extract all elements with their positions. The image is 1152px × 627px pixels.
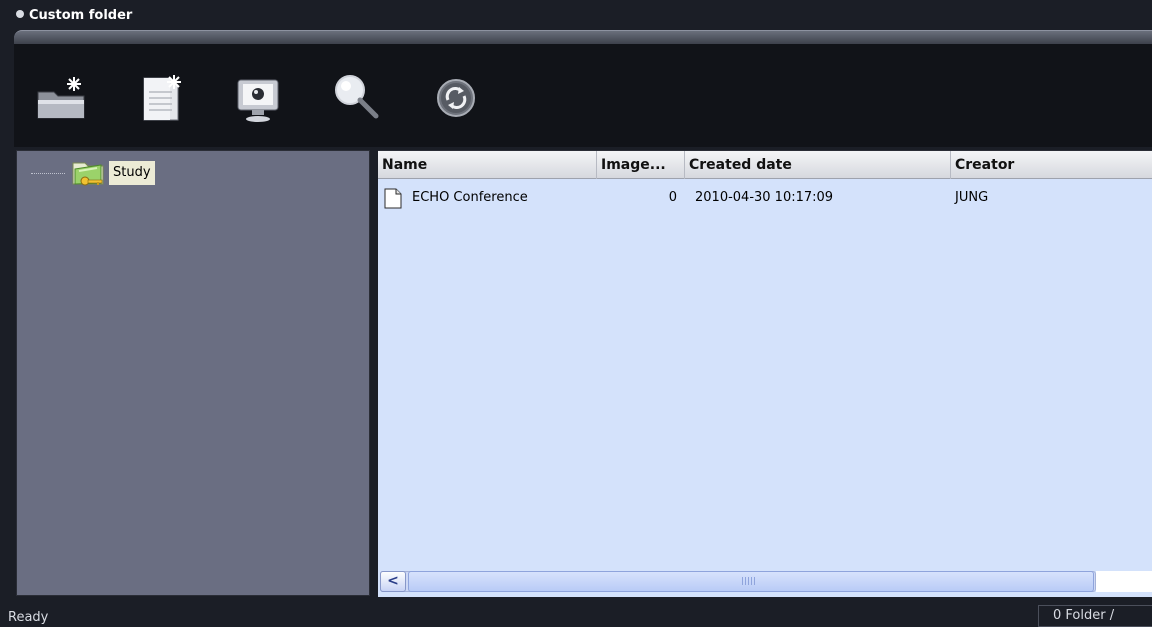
search-button[interactable] (330, 70, 384, 126)
title-bar: Custom folder (0, 0, 1152, 44)
tree-node-study[interactable]: Study (31, 159, 155, 187)
refresh-icon (437, 79, 475, 117)
toolbar (14, 44, 1152, 147)
window-title: Custom folder (16, 8, 132, 24)
view-button[interactable] (232, 70, 286, 126)
title-tab-strip (14, 30, 1152, 44)
new-folder-icon (37, 77, 85, 119)
tree-node-label: Study (109, 161, 155, 185)
document-icon (384, 188, 402, 209)
scroll-left-button[interactable]: < (380, 571, 406, 592)
new-folder-button[interactable] (34, 70, 88, 126)
status-bar: Ready 0 Folder / (0, 600, 1152, 627)
status-text: Ready (8, 610, 49, 625)
folder-tree[interactable]: Study (16, 150, 370, 596)
new-document-icon (143, 75, 181, 121)
window-dot-icon (16, 10, 24, 18)
new-document-button[interactable] (134, 70, 188, 126)
tree-connector (31, 172, 65, 174)
column-header-name[interactable]: Name (378, 151, 597, 179)
column-header-created-date[interactable]: Created date (685, 151, 951, 179)
window-title-text: Custom folder (29, 8, 133, 23)
refresh-button[interactable] (430, 70, 484, 126)
column-header-images[interactable]: Image... (597, 151, 685, 179)
horizontal-scrollbar[interactable]: < (378, 567, 1152, 597)
row-images: 0 (668, 190, 677, 205)
file-list[interactable]: Name Image... Created date Creator ECHO … (378, 150, 1152, 597)
scroll-corner (1096, 571, 1152, 592)
search-icon (335, 75, 379, 119)
scroll-grip (742, 577, 756, 585)
row-name: ECHO Conference (412, 190, 528, 205)
list-header: Name Image... Created date Creator (378, 151, 1152, 179)
pane-splitter[interactable] (370, 150, 378, 596)
key-folder-icon (72, 162, 104, 186)
column-header-creator[interactable]: Creator (951, 151, 1152, 179)
row-created-date: 2010-04-30 10:17:09 (695, 190, 834, 205)
row-creator: JUNG (955, 190, 989, 205)
status-folder-count: 0 Folder / (1038, 605, 1152, 627)
table-row[interactable]: ECHO Conference 0 2010-04-30 10:17:09 JU… (378, 185, 1152, 211)
monitor-icon (237, 79, 279, 122)
